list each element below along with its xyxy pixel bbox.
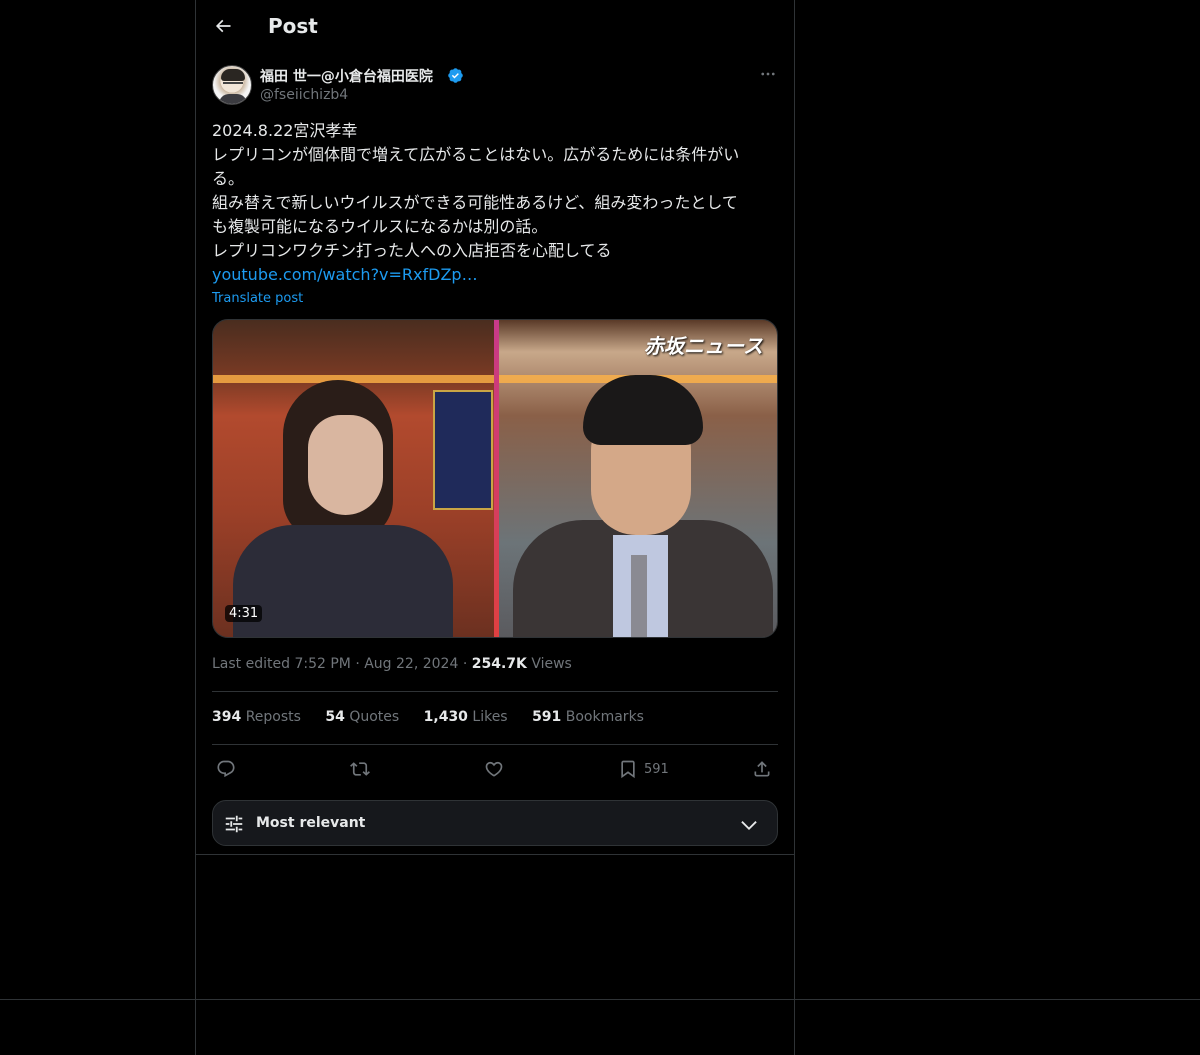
bookmark-icon — [621, 760, 635, 779]
page-title: Post — [268, 14, 318, 38]
reply-icon — [217, 760, 235, 778]
verified-badge-icon — [448, 68, 463, 83]
quotes-stat[interactable]: 54 Quotes — [325, 709, 399, 725]
video-duration: 4:31 — [225, 605, 263, 622]
avatar[interactable] — [212, 65, 252, 105]
page-header: Post — [196, 0, 794, 53]
divider — [212, 744, 778, 745]
sliders-icon — [225, 815, 243, 833]
translate-post-link[interactable]: Translate post — [212, 291, 303, 306]
bookmark-button[interactable]: 591 — [618, 756, 669, 782]
more-icon — [761, 72, 775, 76]
edited-time[interactable]: Last edited 7:52 PM — [212, 656, 351, 672]
video-thumbnail[interactable]: 赤坂ニュース 4:31 — [212, 319, 778, 638]
reply-button[interactable] — [216, 756, 236, 782]
reply-sort-dropdown[interactable]: Most relevant — [212, 800, 778, 846]
bookmarks-stat[interactable]: 591 Bookmarks — [532, 709, 644, 725]
tweet-line: レプリコンワクチン打った人への入店拒否を心配してる — [212, 241, 612, 260]
share-button[interactable] — [752, 756, 772, 782]
repost-icon — [350, 762, 370, 776]
like-icon — [485, 761, 503, 777]
reposts-stat[interactable]: 394 Reposts — [212, 709, 301, 725]
author-display-name[interactable]: 福田 世一@小倉台福田医院 — [260, 66, 433, 86]
like-button[interactable] — [484, 756, 504, 782]
tweet-line: 2024.8.22宮沢孝幸 — [212, 121, 358, 140]
back-arrow-icon — [215, 19, 231, 33]
bookmark-count: 591 — [644, 761, 669, 777]
tweet-line: る。 — [212, 169, 245, 188]
author-handle[interactable]: @fseiichizb4 — [260, 87, 348, 103]
post-meta: Last edited 7:52 PM · Aug 22, 2024 · 254… — [212, 656, 572, 672]
tweet-text: 2024.8.22宮沢孝幸 レプリコンが個体間で増えて広がることはない。広がるた… — [212, 119, 778, 263]
bottom-divider — [0, 999, 1200, 1000]
tweet-line: 組み替えで新しいウイルスができる可能性あるけど、組み変わったとして — [212, 193, 738, 212]
repost-button[interactable] — [350, 756, 370, 782]
tweet-link[interactable]: youtube.com/watch?v=RxfDZp… — [212, 263, 478, 287]
engagement-stats: 394 Reposts 54 Quotes 1,430 Likes 591 Bo… — [212, 709, 664, 725]
primary-column: Post 福田 世一@小倉台福田医院 @fseiichizb4 2024.8.2… — [195, 0, 795, 855]
divider — [212, 691, 778, 692]
views-count: 254.7K — [471, 656, 527, 672]
chevron-down-icon — [741, 821, 757, 831]
action-bar: 591 — [212, 756, 778, 782]
more-button[interactable] — [758, 64, 778, 84]
author-row: 福田 世一@小倉台福田医院 @fseiichizb4 — [212, 64, 778, 108]
video-logo: 赤坂ニュース — [644, 334, 763, 358]
share-icon — [754, 761, 770, 777]
tweet-line: レプリコンが個体間で増えて広がることはない。広がるためには条件がい — [212, 145, 740, 164]
post-date[interactable]: Aug 22, 2024 — [364, 656, 458, 672]
tweet-line: も複製可能になるウイルスになるかは別の話。 — [212, 217, 548, 236]
sort-label: Most relevant — [256, 815, 366, 831]
likes-stat[interactable]: 1,430 Likes — [424, 709, 508, 725]
back-button[interactable] — [208, 11, 238, 41]
views-label: Views — [531, 656, 572, 672]
